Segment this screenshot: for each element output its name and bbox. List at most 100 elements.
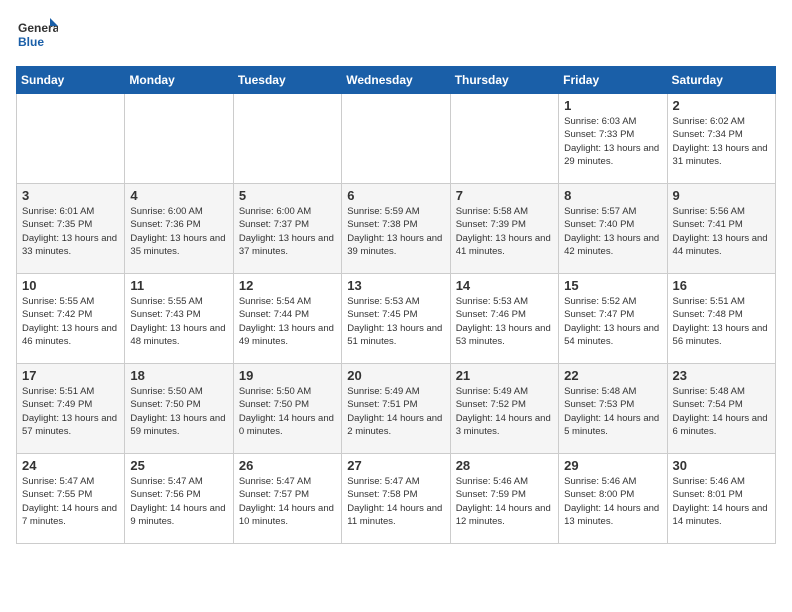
day-cell: 1 Sunrise: 6:03 AMSunset: 7:33 PMDaylight…	[559, 94, 667, 184]
day-cell	[125, 94, 233, 184]
day-info: Sunrise: 5:49 AMSunset: 7:52 PMDaylight:…	[456, 385, 553, 438]
day-info: Sunrise: 5:46 AMSunset: 8:00 PMDaylight:…	[564, 475, 661, 528]
weekday-header-wednesday: Wednesday	[342, 67, 450, 94]
day-info: Sunrise: 6:00 AMSunset: 7:37 PMDaylight:…	[239, 205, 336, 258]
day-cell: 21 Sunrise: 5:49 AMSunset: 7:52 PMDayligh…	[450, 364, 558, 454]
day-info: Sunrise: 5:56 AMSunset: 7:41 PMDaylight:…	[673, 205, 770, 258]
day-number: 10	[22, 278, 119, 293]
day-info: Sunrise: 6:02 AMSunset: 7:34 PMDaylight:…	[673, 115, 770, 168]
day-number: 15	[564, 278, 661, 293]
day-cell: 11 Sunrise: 5:55 AMSunset: 7:43 PMDayligh…	[125, 274, 233, 364]
logo-svg: General Blue	[16, 16, 58, 58]
day-number: 20	[347, 368, 444, 383]
day-number: 3	[22, 188, 119, 203]
day-info: Sunrise: 5:47 AMSunset: 7:56 PMDaylight:…	[130, 475, 227, 528]
day-number: 24	[22, 458, 119, 473]
day-number: 13	[347, 278, 444, 293]
day-info: Sunrise: 5:47 AMSunset: 7:57 PMDaylight:…	[239, 475, 336, 528]
day-cell	[17, 94, 125, 184]
day-cell	[450, 94, 558, 184]
day-cell: 20Sunrise: 5:49 AMSunset: 7:51 PMDayligh…	[342, 364, 450, 454]
day-info: Sunrise: 5:46 AMSunset: 7:59 PMDaylight:…	[456, 475, 553, 528]
weekday-header-friday: Friday	[559, 67, 667, 94]
weekday-header-tuesday: Tuesday	[233, 67, 341, 94]
weekday-header-sunday: Sunday	[17, 67, 125, 94]
day-cell: 24 Sunrise: 5:47 AMSunset: 7:55 PMDayligh…	[17, 454, 125, 544]
day-number: 14	[456, 278, 553, 293]
day-cell: 2 Sunrise: 6:02 AMSunset: 7:34 PMDaylight…	[667, 94, 775, 184]
logo: General Blue	[16, 16, 58, 58]
day-cell: 16Sunrise: 5:51 AMSunset: 7:48 PMDayligh…	[667, 274, 775, 364]
day-number: 19	[239, 368, 336, 383]
day-number: 7	[456, 188, 553, 203]
day-number: 27	[347, 458, 444, 473]
week-row-2: 3 Sunrise: 6:01 AMSunset: 7:35 PMDaylight…	[17, 184, 776, 274]
day-cell: 30Sunrise: 5:46 AMSunset: 8:01 PMDayligh…	[667, 454, 775, 544]
day-cell: 23 Sunrise: 5:48 AMSunset: 7:54 PMDayligh…	[667, 364, 775, 454]
day-info: Sunrise: 6:01 AMSunset: 7:35 PMDaylight:…	[22, 205, 119, 258]
day-info: Sunrise: 6:00 AMSunset: 7:36 PMDaylight:…	[130, 205, 227, 258]
day-number: 4	[130, 188, 227, 203]
day-info: Sunrise: 6:03 AMSunset: 7:33 PMDaylight:…	[564, 115, 661, 168]
day-info: Sunrise: 5:48 AMSunset: 7:54 PMDaylight:…	[673, 385, 770, 438]
day-cell: 3 Sunrise: 6:01 AMSunset: 7:35 PMDaylight…	[17, 184, 125, 274]
day-info: Sunrise: 5:50 AMSunset: 7:50 PMDaylight:…	[239, 385, 336, 438]
day-cell: 18 Sunrise: 5:50 AMSunset: 7:50 PMDayligh…	[125, 364, 233, 454]
day-number: 29	[564, 458, 661, 473]
day-cell: 5Sunrise: 6:00 AMSunset: 7:37 PMDaylight…	[233, 184, 341, 274]
week-row-4: 17 Sunrise: 5:51 AMSunset: 7:49 PMDayligh…	[17, 364, 776, 454]
day-info: Sunrise: 5:55 AMSunset: 7:42 PMDaylight:…	[22, 295, 119, 348]
day-number: 17	[22, 368, 119, 383]
day-cell: 19 Sunrise: 5:50 AMSunset: 7:50 PMDayligh…	[233, 364, 341, 454]
day-number: 12	[239, 278, 336, 293]
day-cell: 15 Sunrise: 5:52 AMSunset: 7:47 PMDayligh…	[559, 274, 667, 364]
day-info: Sunrise: 5:47 AMSunset: 7:58 PMDaylight:…	[347, 475, 444, 528]
week-row-1: 1 Sunrise: 6:03 AMSunset: 7:33 PMDaylight…	[17, 94, 776, 184]
day-cell: 6Sunrise: 5:59 AMSunset: 7:38 PMDaylight…	[342, 184, 450, 274]
day-info: Sunrise: 5:55 AMSunset: 7:43 PMDaylight:…	[130, 295, 227, 348]
day-info: Sunrise: 5:57 AMSunset: 7:40 PMDaylight:…	[564, 205, 661, 258]
day-info: Sunrise: 5:52 AMSunset: 7:47 PMDaylight:…	[564, 295, 661, 348]
day-cell: 14 Sunrise: 5:53 AMSunset: 7:46 PMDayligh…	[450, 274, 558, 364]
day-number: 2	[673, 98, 770, 113]
day-cell: 4 Sunrise: 6:00 AMSunset: 7:36 PMDaylight…	[125, 184, 233, 274]
day-cell: 17 Sunrise: 5:51 AMSunset: 7:49 PMDayligh…	[17, 364, 125, 454]
svg-text:Blue: Blue	[18, 35, 44, 49]
day-cell: 7 Sunrise: 5:58 AMSunset: 7:39 PMDaylight…	[450, 184, 558, 274]
day-info: Sunrise: 5:51 AMSunset: 7:48 PMDaylight:…	[673, 295, 770, 348]
day-number: 8	[564, 188, 661, 203]
weekday-header-thursday: Thursday	[450, 67, 558, 94]
day-number: 9	[673, 188, 770, 203]
weekday-row: SundayMondayTuesdayWednesdayThursdayFrid…	[17, 67, 776, 94]
day-cell: 27 Sunrise: 5:47 AMSunset: 7:58 PMDayligh…	[342, 454, 450, 544]
day-cell	[233, 94, 341, 184]
day-number: 28	[456, 458, 553, 473]
day-info: Sunrise: 5:53 AMSunset: 7:45 PMDaylight:…	[347, 295, 444, 348]
day-info: Sunrise: 5:47 AMSunset: 7:55 PMDaylight:…	[22, 475, 119, 528]
day-cell: 10 Sunrise: 5:55 AMSunset: 7:42 PMDayligh…	[17, 274, 125, 364]
day-cell: 22Sunrise: 5:48 AMSunset: 7:53 PMDayligh…	[559, 364, 667, 454]
weekday-header-saturday: Saturday	[667, 67, 775, 94]
day-cell: 29 Sunrise: 5:46 AMSunset: 8:00 PMDayligh…	[559, 454, 667, 544]
day-info: Sunrise: 5:58 AMSunset: 7:39 PMDaylight:…	[456, 205, 553, 258]
day-number: 21	[456, 368, 553, 383]
day-cell: 9 Sunrise: 5:56 AMSunset: 7:41 PMDaylight…	[667, 184, 775, 274]
day-number: 11	[130, 278, 227, 293]
calendar: SundayMondayTuesdayWednesdayThursdayFrid…	[16, 66, 776, 544]
week-row-3: 10 Sunrise: 5:55 AMSunset: 7:42 PMDayligh…	[17, 274, 776, 364]
day-cell: 8 Sunrise: 5:57 AMSunset: 7:40 PMDaylight…	[559, 184, 667, 274]
day-info: Sunrise: 5:50 AMSunset: 7:50 PMDaylight:…	[130, 385, 227, 438]
calendar-body: 1 Sunrise: 6:03 AMSunset: 7:33 PMDaylight…	[17, 94, 776, 544]
day-info: Sunrise: 5:46 AMSunset: 8:01 PMDaylight:…	[673, 475, 770, 528]
day-number: 18	[130, 368, 227, 383]
day-cell	[342, 94, 450, 184]
day-info: Sunrise: 5:53 AMSunset: 7:46 PMDaylight:…	[456, 295, 553, 348]
day-info: Sunrise: 5:51 AMSunset: 7:49 PMDaylight:…	[22, 385, 119, 438]
header: General Blue	[16, 16, 776, 58]
day-number: 25	[130, 458, 227, 473]
day-number: 1	[564, 98, 661, 113]
calendar-header: SundayMondayTuesdayWednesdayThursdayFrid…	[17, 67, 776, 94]
day-cell: 25 Sunrise: 5:47 AMSunset: 7:56 PMDayligh…	[125, 454, 233, 544]
week-row-5: 24 Sunrise: 5:47 AMSunset: 7:55 PMDayligh…	[17, 454, 776, 544]
day-number: 23	[673, 368, 770, 383]
